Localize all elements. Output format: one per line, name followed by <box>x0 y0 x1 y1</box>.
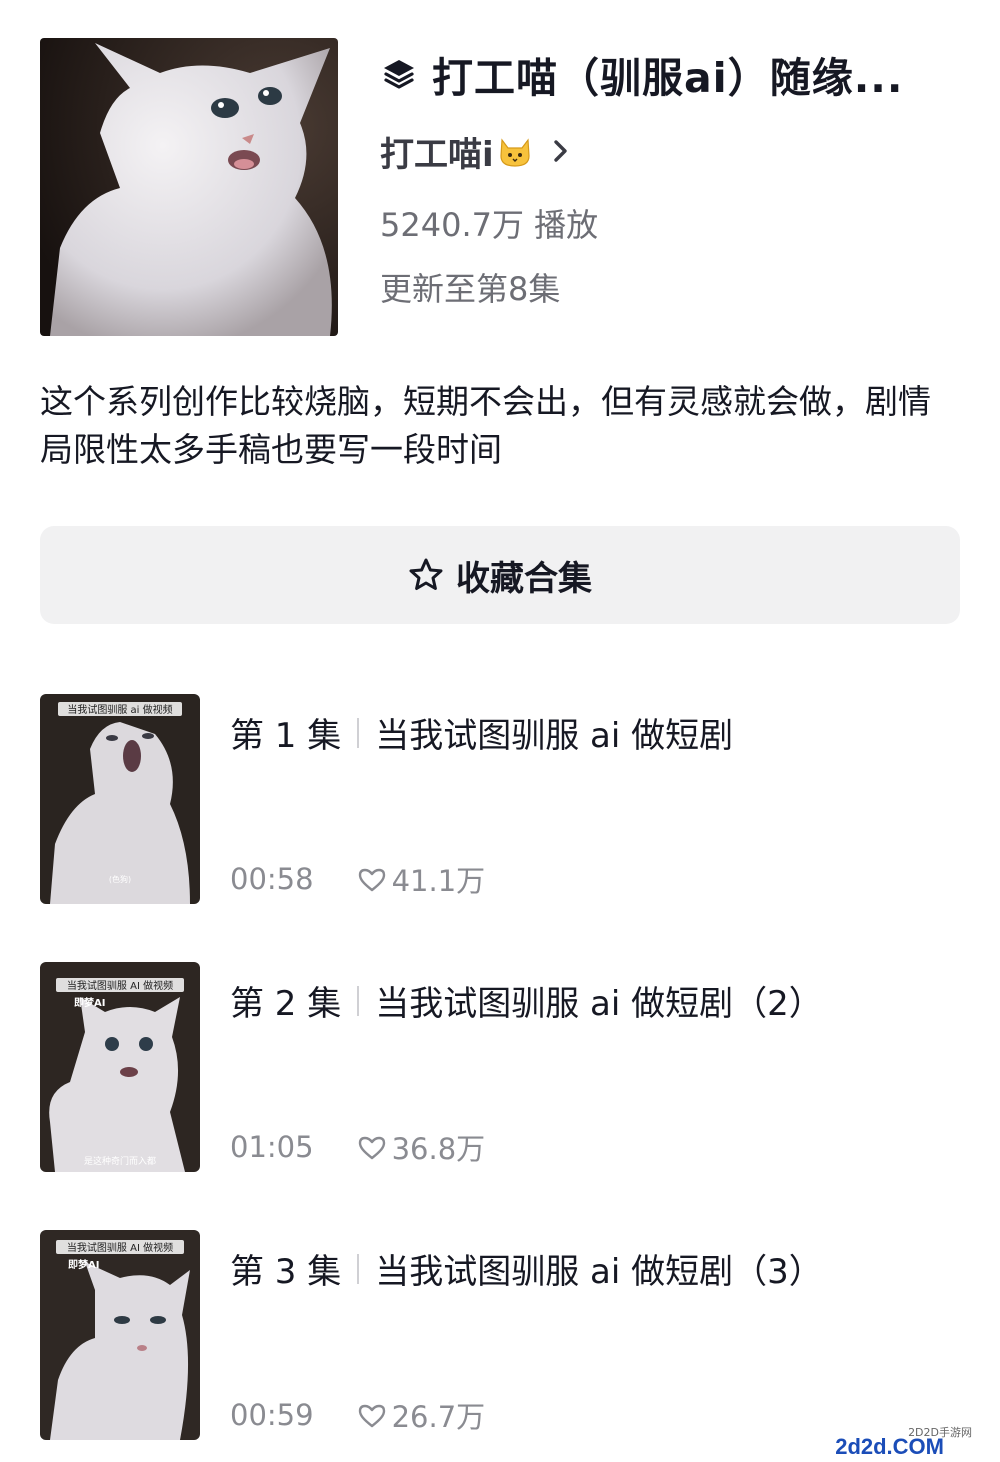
collect-collection-button[interactable]: 收藏合集 <box>40 526 960 624</box>
like-count: 41.1万 <box>391 864 486 898</box>
author-name: 打工喵i <box>380 134 494 175</box>
chevron-right-icon <box>552 138 570 164</box>
thumb-brand: 即梦AI <box>68 1258 99 1271</box>
episode-item-1[interactable]: 当我试图驯服 ai 做视频 (色狗) 第 1 集 当我试图驯服 ai 做短剧 0… <box>40 694 960 904</box>
episode-item-3[interactable]: 当我试图驯服 AI 做视频 即梦AI 第 3 集 当我试图驯服 ai 做短剧（3… <box>40 1230 960 1440</box>
thumb-caption-bottom: 是这种奇门而入都 <box>84 1155 156 1167</box>
update-status: 更新至第8集 <box>380 270 561 308</box>
author-link[interactable]: 打工喵i <box>380 128 570 175</box>
collection-description: 这个系列创作比较烧脑，短期不会出，但有灵感就会做，剧情局限性太多手稿也要写一段时… <box>40 382 931 469</box>
like-count: 36.8万 <box>391 1132 486 1166</box>
cat-face-emoji-icon <box>496 132 534 170</box>
collect-button-label: 收藏合集 <box>456 558 592 599</box>
collection-header: 打工喵（驯服ai）随缘... 打工喵i 5240.7万 播放 更新至第8集 <box>40 38 960 336</box>
episode-thumbnail: 当我试图驯服 AI 做视频 即梦AI <box>40 1230 200 1440</box>
episode-likes: 36.8万 <box>358 1126 486 1168</box>
episode-meta: 00:59 26.7万 <box>230 1394 485 1436</box>
episode-thumbnail: 当我试图驯服 AI 做视频 即梦AI 是这种奇门而入都 <box>40 962 200 1172</box>
thumb-brand: 即梦AI <box>74 996 105 1009</box>
episode-meta: 00:58 41.1万 <box>230 858 485 900</box>
thumb-caption-bottom: (色狗) <box>109 874 131 884</box>
title-divider <box>357 717 360 748</box>
episode-duration: 00:59 <box>230 1398 314 1432</box>
episode-thumbnail: 当我试图驯服 ai 做视频 (色狗) <box>40 694 200 904</box>
watermark-logo: 2d2d.COM <box>835 1434 944 1459</box>
episode-likes: 41.1万 <box>358 858 486 900</box>
episode-duration: 00:58 <box>230 862 314 896</box>
title-divider <box>357 1253 360 1284</box>
like-count: 26.7万 <box>391 1400 486 1434</box>
collection-cover-image[interactable] <box>40 38 338 336</box>
collection-title: 打工喵（驯服ai）随缘... <box>432 54 904 102</box>
heart-icon <box>358 1402 386 1428</box>
play-count: 5240.7万 播放 <box>380 206 599 244</box>
collection-stack-icon <box>380 55 418 93</box>
episode-duration: 01:05 <box>230 1130 314 1164</box>
episode-title-row: 第 2 集 当我试图驯服 ai 做短剧（2） <box>230 976 823 1025</box>
collection-title-row: 打工喵（驯服ai）随缘... <box>380 46 903 102</box>
episode-title: 当我试图驯服 ai 做短剧（2） <box>375 984 823 1024</box>
star-icon <box>408 557 444 593</box>
episode-title-row: 第 1 集 当我试图驯服 ai 做短剧 <box>230 708 733 757</box>
episode-item-2[interactable]: 当我试图驯服 AI 做视频 即梦AI 是这种奇门而入都 第 2 集 当我试图驯服… <box>40 962 960 1172</box>
episode-title: 当我试图驯服 ai 做短剧 <box>375 716 734 756</box>
episode-number: 第 1 集 <box>230 716 342 756</box>
heart-icon <box>358 1134 386 1160</box>
episode-number: 第 2 集 <box>230 984 342 1024</box>
episode-meta: 01:05 36.8万 <box>230 1126 485 1168</box>
episode-title-row: 第 3 集 当我试图驯服 ai 做短剧（3） <box>230 1244 823 1293</box>
episode-title: 当我试图驯服 ai 做短剧（3） <box>375 1252 823 1292</box>
heart-icon <box>358 866 386 892</box>
episode-likes: 26.7万 <box>358 1394 486 1436</box>
title-divider <box>357 985 360 1016</box>
thumb-caption-top: 当我试图驯服 AI 做视频 <box>67 1241 173 1254</box>
thumb-caption-top: 当我试图驯服 AI 做视频 <box>67 979 173 992</box>
thumb-caption-top: 当我试图驯服 ai 做视频 <box>67 703 172 716</box>
episode-number: 第 3 集 <box>230 1252 342 1292</box>
